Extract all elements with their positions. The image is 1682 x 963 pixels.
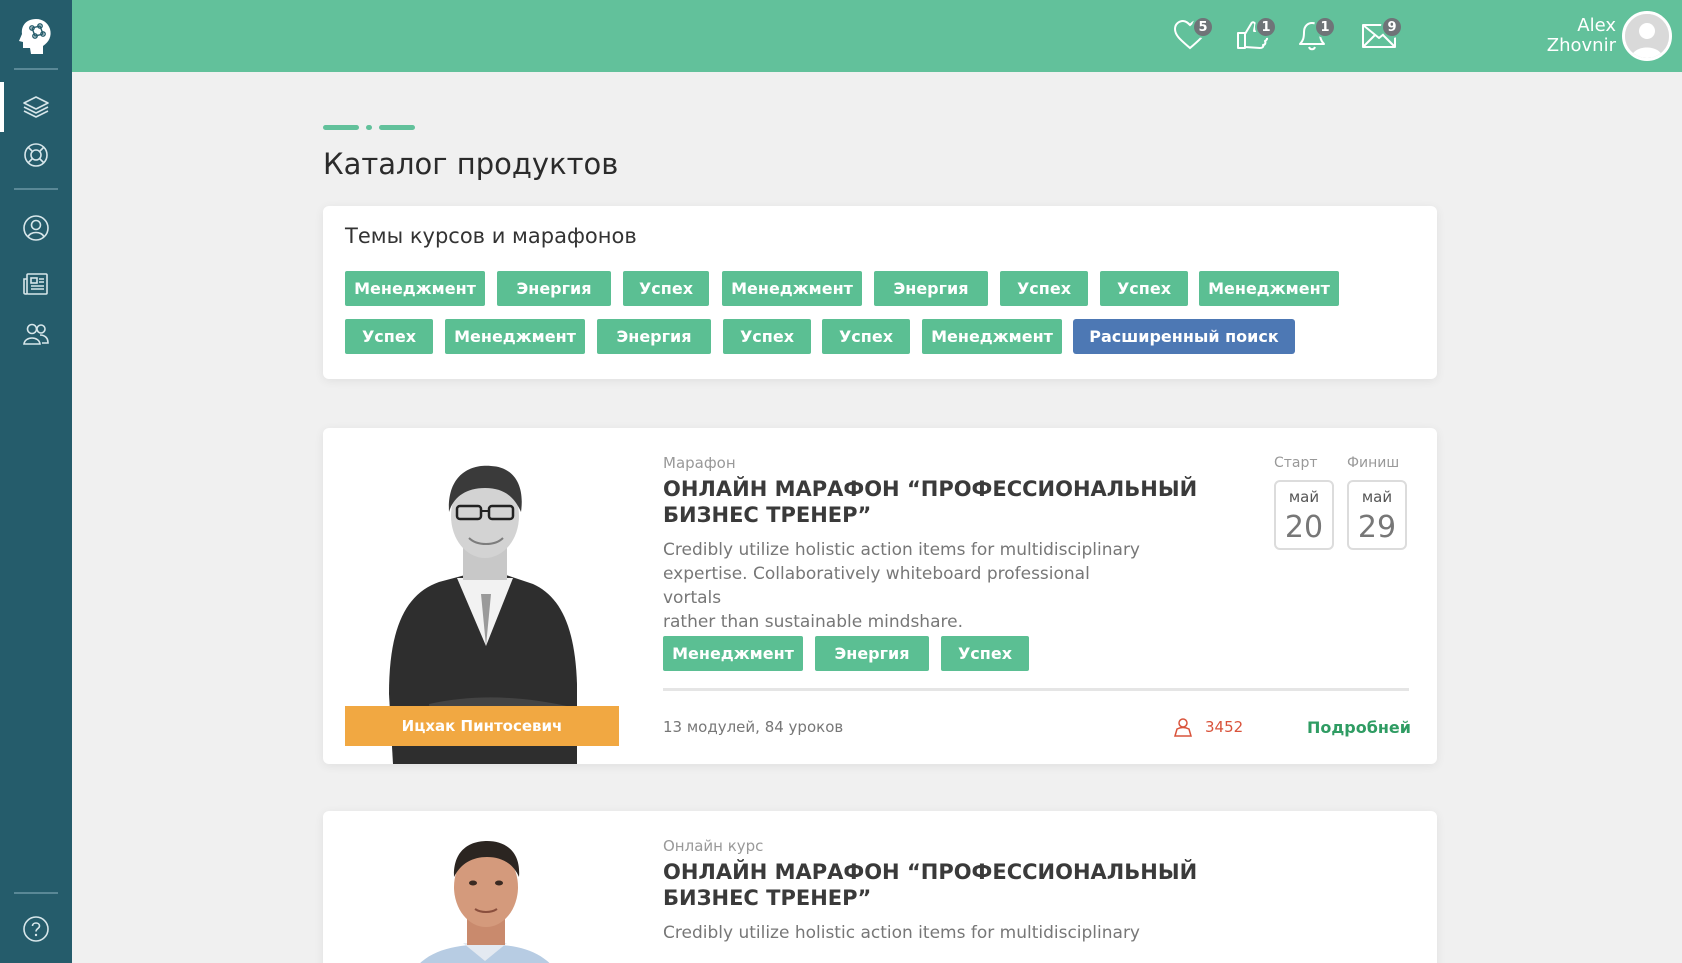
start-day: 20: [1284, 510, 1324, 545]
sidebar-separator: [14, 68, 58, 70]
course-tag[interactable]: Энергия: [815, 636, 929, 671]
sidebar-item-news[interactable]: [0, 259, 72, 309]
participants-value: 3452: [1205, 718, 1244, 736]
course-card: Ицхак Пинтосевич Марафон ОНЛАЙН МАРАФОН …: [323, 428, 1437, 764]
course-title[interactable]: ОНЛАЙН МАРАФОН “ПРОФЕССИОНАЛЬНЫЙ БИЗНЕС …: [663, 476, 1223, 528]
topic-tag[interactable]: Менеджмент: [445, 319, 585, 354]
avatar[interactable]: [1622, 11, 1672, 61]
topic-tag[interactable]: Менеджмент: [722, 271, 862, 306]
more-details-link[interactable]: Подробней: [1307, 718, 1411, 737]
course-card: Онлайн курс ОНЛАЙН МАРАФОН “ПРОФЕССИОНАЛ…: [323, 811, 1437, 963]
sidebar-item-help[interactable]: [0, 904, 72, 954]
favorites-button[interactable]: 5: [1172, 16, 1214, 54]
messages-count-badge: 9: [1381, 16, 1403, 38]
modules-count: 13 модулей, 84 уроков: [663, 718, 844, 736]
course-title-line: ОНЛАЙН МАРАФОН “ПРОФЕССИОНАЛЬНЫЙ: [663, 860, 1198, 884]
support-icon: [24, 143, 48, 167]
topic-tag[interactable]: Успех: [345, 319, 433, 354]
finish-day: 29: [1357, 510, 1397, 545]
topics-card: Темы курсов и марафонов Менеджмент Энерг…: [323, 206, 1437, 379]
likes-button[interactable]: 1: [1235, 16, 1277, 54]
favorites-count-badge: 5: [1192, 16, 1214, 38]
page-title: Каталог продуктов: [323, 147, 619, 181]
course-tag[interactable]: Успех: [941, 636, 1029, 671]
course-description-line: expertise. Collaboratively whiteboard pr…: [663, 564, 1090, 608]
user-last-name: Zhovnir: [1546, 35, 1616, 56]
title-decoration-dot: [366, 125, 372, 130]
course-title-line: ОНЛАЙН МАРАФОН “ПРОФЕССИОНАЛЬНЫЙ: [663, 477, 1198, 501]
start-date-label: Старт: [1274, 455, 1318, 471]
title-decoration: [323, 125, 359, 130]
likes-count-badge: 1: [1255, 16, 1277, 38]
user-avatar-icon: [1625, 14, 1669, 58]
topic-tag[interactable]: Успех: [723, 319, 811, 354]
topic-tag[interactable]: Успех: [1000, 271, 1088, 306]
course-type: Марафон: [663, 454, 736, 472]
course-description: Credibly utilize holistic action items f…: [663, 921, 1153, 945]
sidebar: [0, 0, 72, 963]
finish-date-box: май 29: [1347, 480, 1407, 550]
sidebar-separator: [14, 892, 58, 894]
start-date-box: май 20: [1274, 480, 1334, 550]
course-type: Онлайн курс: [663, 837, 764, 855]
course-description: Credibly utilize holistic action items f…: [663, 538, 1153, 634]
sidebar-separator: [14, 188, 58, 190]
sidebar-item-profile[interactable]: [0, 203, 72, 253]
course-description-line: Credibly utilize holistic action items f…: [663, 540, 1140, 560]
sidebar-item-groups[interactable]: [0, 309, 72, 359]
topics-title: Темы курсов и марафонов: [345, 224, 637, 248]
notifications-button[interactable]: 1: [1294, 16, 1336, 54]
brain-logo-icon[interactable]: [16, 16, 56, 56]
author-photo: [345, 837, 621, 963]
help-icon: [23, 916, 49, 942]
course-tag[interactable]: Менеджмент: [663, 636, 803, 671]
advanced-search-button[interactable]: Расширенный поиск: [1073, 319, 1295, 354]
user-icon: [1174, 718, 1192, 737]
news-icon: [23, 273, 48, 295]
start-month: май: [1288, 488, 1320, 506]
topic-tag[interactable]: Менеджмент: [1199, 271, 1339, 306]
topic-tag[interactable]: Успех: [623, 271, 709, 306]
course-description-line: Credibly utilize holistic action items f…: [663, 923, 1140, 943]
groups-icon: [23, 323, 49, 345]
topic-tag[interactable]: Успех: [822, 319, 910, 354]
course-divider: [663, 688, 1409, 691]
profile-icon: [23, 215, 49, 241]
course-description-line: rather than sustainable mindshare.: [663, 612, 963, 632]
topic-tag[interactable]: Менеджмент: [922, 319, 1062, 354]
finish-date-label: Финиш: [1347, 455, 1400, 471]
course-title-line: БИЗНЕС ТРЕНЕР”: [663, 503, 872, 527]
topic-tag[interactable]: Менеджмент: [345, 271, 485, 306]
user-name[interactable]: Alex Zhovnir: [1547, 16, 1616, 56]
course-title[interactable]: ОНЛАЙН МАРАФОН “ПРОФЕССИОНАЛЬНЫЙ БИЗНЕС …: [663, 859, 1223, 911]
title-decoration: [379, 125, 415, 130]
participants-count: 3452: [1173, 717, 1243, 737]
courses-icon: [23, 96, 49, 118]
author-name-label[interactable]: Ицхак Пинтосевич: [345, 706, 619, 746]
topbar: 5 1 1 9 Alex Zhovnir: [72, 0, 1682, 72]
sidebar-item-courses[interactable]: [0, 82, 72, 132]
topic-tag[interactable]: Энергия: [497, 271, 611, 306]
topic-tag[interactable]: Успех: [1100, 271, 1188, 306]
messages-button[interactable]: 9: [1361, 16, 1403, 54]
user-first-name: Alex: [1577, 15, 1616, 36]
course-title-line: БИЗНЕС ТРЕНЕР”: [663, 886, 872, 910]
sidebar-item-support[interactable]: [0, 130, 72, 180]
topic-tag[interactable]: Энергия: [874, 271, 988, 306]
topic-tag[interactable]: Энергия: [597, 319, 711, 354]
notifications-count-badge: 1: [1314, 16, 1336, 38]
finish-month: май: [1361, 488, 1393, 506]
